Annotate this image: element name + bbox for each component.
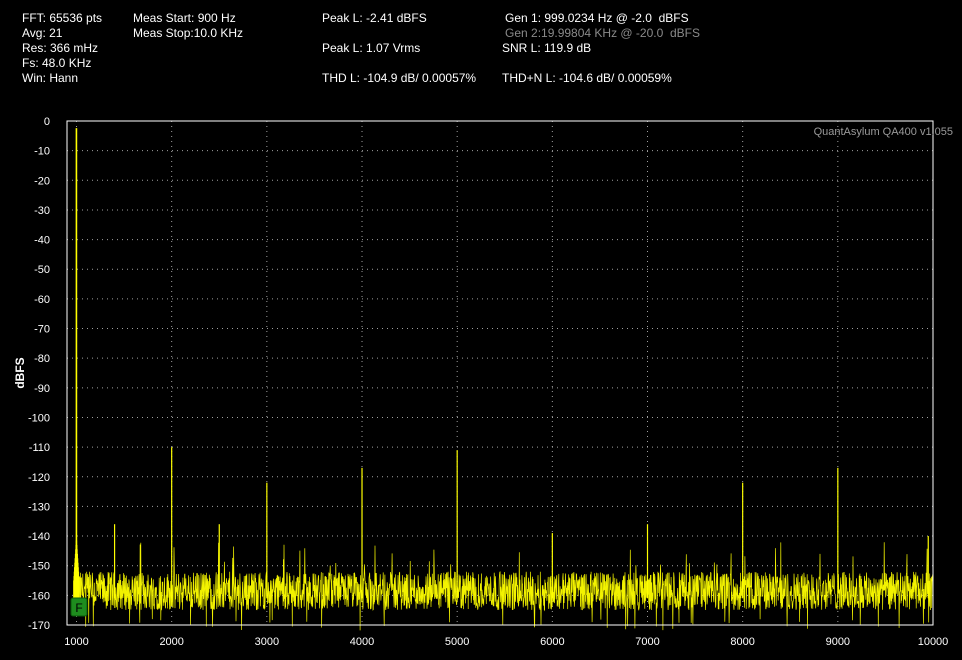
plot-frame	[66, 120, 934, 626]
x-tick-label: 10000	[918, 636, 949, 648]
x-tick-label: 7000	[635, 636, 659, 648]
noise-floor-layer	[76, 542, 934, 631]
y-tick-label: -80	[34, 353, 50, 365]
marker-f-button[interactable]: F	[70, 597, 88, 617]
y-tick-label: -50	[34, 264, 50, 276]
y-axis-label: dBFS	[13, 357, 27, 388]
x-tick-label: 8000	[730, 636, 754, 648]
y-tick-label: -20	[34, 175, 50, 187]
y-tick-label: -100	[28, 412, 50, 424]
x-tick-label: 3000	[255, 636, 279, 648]
y-tick-label: -70	[34, 324, 50, 336]
y-tick-label: -40	[34, 235, 50, 247]
y-tick-label: -120	[28, 472, 50, 484]
y-tick-label: -170	[28, 620, 50, 632]
marker-f-label: F	[75, 601, 82, 615]
y-tick-label: -30	[34, 205, 50, 217]
y-tick-label: -130	[28, 501, 50, 513]
x-tick-label: 5000	[445, 636, 469, 648]
y-tick-label: -10	[34, 146, 50, 158]
y-tick-label: 0	[44, 116, 50, 128]
grid-layer	[67, 120, 934, 626]
harmonic-peaks-layer	[73, 128, 929, 599]
y-tick-label: -90	[34, 383, 50, 395]
noise-floor-trace	[76, 542, 934, 631]
watermark-label: QuantAsylum QA400 v1.055	[814, 126, 953, 138]
x-tick-label: 4000	[350, 636, 374, 648]
x-tick-label: 6000	[540, 636, 564, 648]
y-tick-label: -60	[34, 294, 50, 306]
x-tick-label: 9000	[826, 636, 850, 648]
y-tick-labels: 0 -10 -20 -30 -40 -50 -60 -70 -80 -90 -100 -110 -120…	[28, 116, 50, 632]
x-tick-label: 2000	[159, 636, 183, 648]
y-tick-label: -110	[29, 442, 50, 454]
y-tick-label: -140	[28, 531, 50, 543]
y-tick-label: -150	[28, 561, 50, 573]
x-tick-label: 1000	[64, 636, 88, 648]
x-tick-labels: 1000 2000 3000 4000 5000 6000 7000 8000 9000 1000…	[64, 636, 948, 648]
y-tick-label: -160	[28, 590, 50, 602]
spectrum-chart[interactable]: 1000 2000 3000 4000 5000 6000 7000 8000 9000 1000…	[0, 0, 962, 660]
